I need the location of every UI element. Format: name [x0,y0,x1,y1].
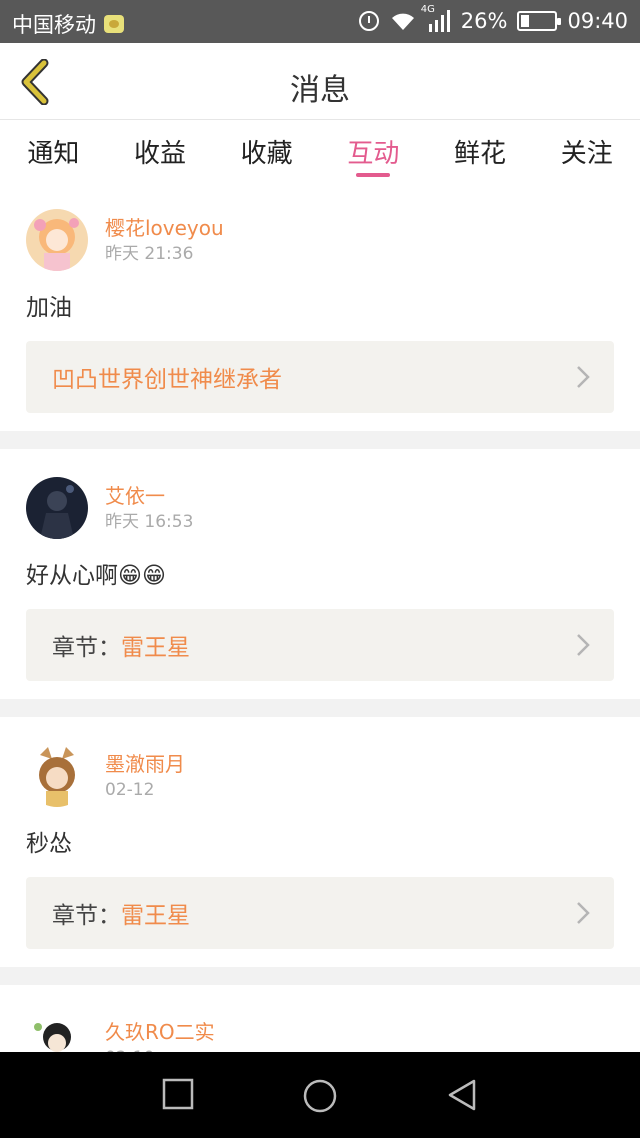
tab-notifications[interactable]: 通知 [0,121,107,181]
battery-percent: 26% [460,9,508,33]
tab-bar: 通知 收益 收藏 互动 鲜花 关注 [0,121,640,181]
avatar[interactable] [26,209,88,271]
user-name[interactable]: 艾依一 [105,482,193,510]
recent-apps-icon [162,1078,194,1110]
message-time: 昨天 21:36 [105,244,194,264]
home-button[interactable] [302,1078,338,1118]
app-notification-icon [104,15,124,33]
message-card: 樱花loveyou 昨天 21:36 加油 凹凸世界创世神继承者 [0,181,640,431]
link-title: 雷王星 [121,903,190,929]
message-content: 加油 [26,295,72,321]
chevron-right-icon [577,902,590,924]
message-card: 艾依一 昨天 16:53 好从心啊😁😁 章节： 雷王星 [0,449,640,699]
message-card: 久玖RO二实 02-10 [0,985,640,1052]
alarm-icon [358,11,379,31]
user-name[interactable]: 墨澈雨月 [105,750,185,778]
tab-earnings[interactable]: 收益 [107,121,214,181]
link-prefix: 章节： [52,903,121,929]
system-nav-bar [0,1052,640,1138]
related-work-link[interactable]: 凹凸世界创世神继承者 [26,341,614,413]
clock: 09:40 [567,9,628,33]
tab-interactions[interactable]: 互动 [320,121,427,181]
back-icon [448,1079,476,1111]
related-chapter-link[interactable]: 章节： 雷王星 [26,877,614,949]
chevron-right-icon [577,634,590,656]
battery-icon [517,11,562,31]
message-time: 昨天 16:53 [105,512,194,532]
nav-back-button[interactable] [446,1078,478,1116]
message-list[interactable]: 樱花loveyou 昨天 21:36 加油 凹凸世界创世神继承者 艾依一 昨天 … [0,181,640,1052]
avatar[interactable] [26,1013,88,1052]
chevron-right-icon [577,366,590,388]
tab-following[interactable]: 关注 [533,121,640,181]
page-title: 消息 [290,73,350,108]
tab-flowers[interactable]: 鲜花 [427,121,534,181]
wifi-icon [389,10,417,32]
avatar[interactable] [26,745,88,807]
user-name[interactable]: 久玖RO二实 [105,1018,215,1046]
message-card: 墨澈雨月 02-12 秒怂 章节： 雷王星 [0,717,640,967]
signal-icon: 4G [421,4,451,32]
network-type: 4G [420,4,435,15]
link-prefix: 章节： [52,635,121,661]
related-chapter-link[interactable]: 章节： 雷王星 [26,609,614,681]
user-name[interactable]: 樱花loveyou [105,214,224,242]
avatar[interactable] [26,477,88,539]
page-header: 消息 [0,43,640,120]
message-content: 好从心啊😁😁 [26,563,166,589]
message-time: 02-12 [105,780,155,800]
message-content: 秒怂 [26,831,72,857]
link-title: 凹凸世界创世神继承者 [52,367,282,393]
tab-favorites[interactable]: 收藏 [213,121,320,181]
link-title: 雷王星 [121,635,190,661]
status-bar: 中国移动 4G 26% 09:40 [0,0,640,43]
recent-apps-button[interactable] [162,1078,194,1114]
carrier-label: 中国移动 [12,13,96,37]
home-icon [303,1079,337,1113]
